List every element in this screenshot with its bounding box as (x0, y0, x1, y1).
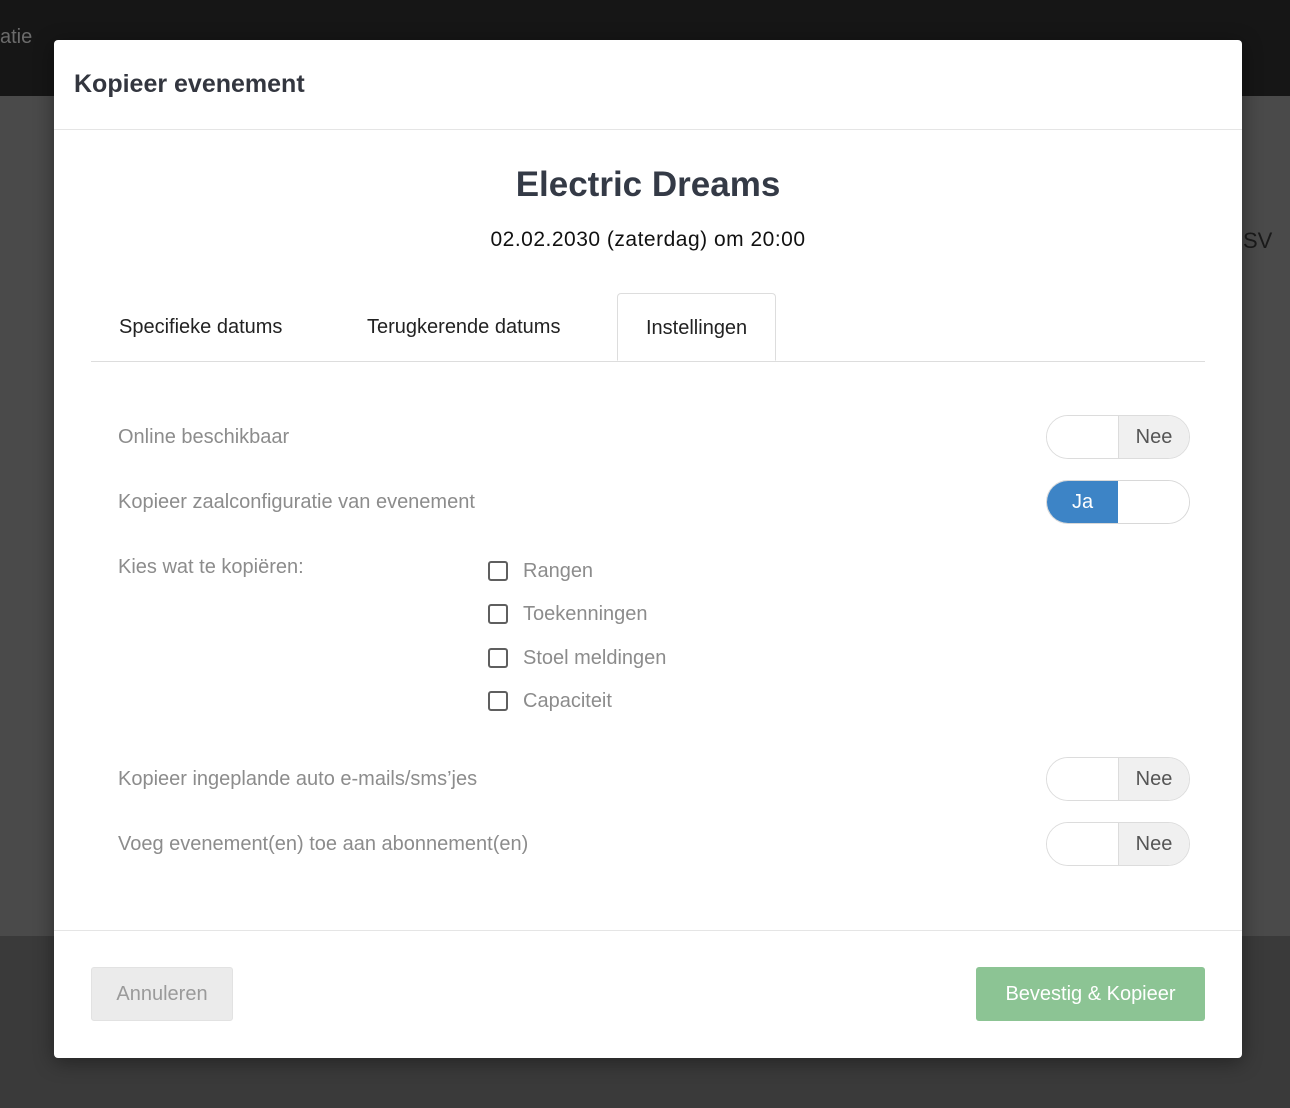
copy-event-modal: Kopieer evenement Electric Dreams 02.02.… (54, 40, 1242, 1058)
toggle-value: Nee (1118, 758, 1189, 800)
online-available-toggle[interactable]: Nee (1046, 415, 1190, 459)
checkbox-stoel-meldingen[interactable]: Stoel meldingen (488, 645, 666, 671)
empty-checkbox-icon[interactable] (488, 648, 508, 668)
checkbox-label: Rangen (523, 559, 594, 582)
checkbox-label: Capaciteit (523, 689, 612, 712)
background-right-text: SV (1243, 228, 1273, 253)
copy-hall-config-label: Kopieer zaalconfiguratie van evenement (118, 491, 475, 513)
event-date: 02.02.2030 (zaterdag) om 20:00 (490, 228, 806, 251)
tab-bar: Specifieke datums Terugkerende datums In… (91, 293, 1205, 362)
checkbox-toekenningen[interactable]: Toekenningen (488, 601, 648, 627)
tab-recurring-dates[interactable]: Terugkerende datums (339, 293, 588, 360)
checkbox-rangen[interactable]: Rangen (488, 558, 593, 584)
confirm-copy-button[interactable]: Bevestig & Kopieer (976, 967, 1205, 1021)
add-to-subscription-toggle[interactable]: Nee (1046, 822, 1190, 866)
toggle-track (1118, 481, 1189, 523)
event-name: Electric Dreams (515, 165, 781, 204)
copy-auto-emails-toggle[interactable]: Nee (1046, 757, 1190, 801)
empty-checkbox-icon[interactable] (488, 691, 508, 711)
toggle-value: Nee (1118, 416, 1189, 458)
checkbox-label: Stoel meldingen (523, 646, 667, 669)
checkbox-label: Toekenningen (523, 602, 648, 625)
add-to-subscription-label: Voeg evenement(en) toe aan abonnement(en… (118, 833, 529, 855)
empty-checkbox-icon[interactable] (488, 604, 508, 624)
choose-copy-label: Kies wat te kopiëren: (118, 556, 304, 578)
tab-specific-dates[interactable]: Specifieke datums (91, 293, 310, 360)
modal-header: Kopieer evenement (54, 40, 1242, 130)
online-available-label: Online beschikbaar (118, 426, 290, 448)
cancel-button[interactable]: Annuleren (91, 967, 233, 1021)
modal-title: Kopieer evenement (74, 70, 305, 98)
checkbox-capaciteit[interactable]: Capaciteit (488, 688, 612, 714)
modal-footer: Annuleren Bevestig & Kopieer (54, 930, 1242, 1058)
toggle-value: Nee (1118, 823, 1189, 865)
copy-hall-config-toggle[interactable]: Ja (1046, 480, 1190, 524)
tab-settings[interactable]: Instellingen (617, 293, 777, 361)
copy-auto-emails-label: Kopieer ingeplande auto e-mails/sms’jes (118, 768, 478, 790)
background-nav-text: atie (0, 26, 33, 48)
toggle-track (1047, 823, 1118, 865)
toggle-track (1047, 416, 1118, 458)
empty-checkbox-icon[interactable] (488, 561, 508, 581)
toggle-value: Ja (1047, 481, 1118, 523)
toggle-track (1047, 758, 1118, 800)
